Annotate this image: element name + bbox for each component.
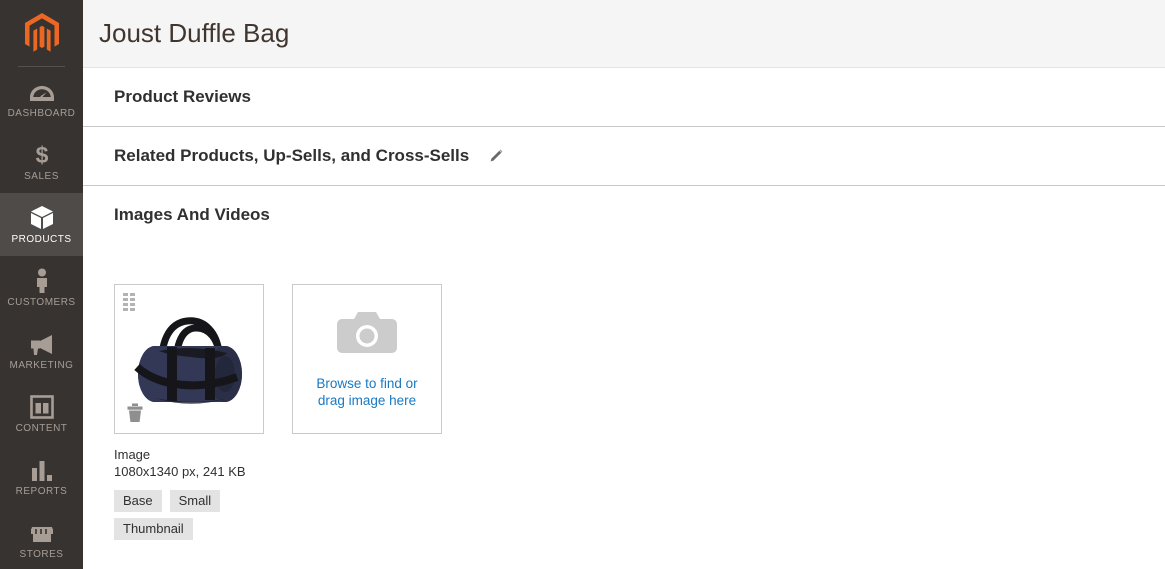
section-images-and-videos: Images And Videos Image 1080x1340 px, 24… — [83, 186, 1165, 540]
product-sections: Product Reviews Related Products, Up-Sel… — [83, 68, 1165, 540]
sidebar-item-products[interactable]: Products — [0, 193, 83, 256]
section-product-reviews: Product Reviews — [83, 68, 1165, 127]
role-badge-base: Base — [114, 490, 162, 512]
person-icon — [27, 267, 57, 293]
sidebar-item-reports[interactable]: Reports — [0, 445, 83, 508]
layout-panel-icon — [27, 393, 57, 419]
sidebar-item-label: Reports — [15, 486, 68, 497]
sidebar-item-content[interactable]: Content — [0, 382, 83, 445]
admin-sidebar: Dashboard $ Sales Products — [0, 0, 83, 569]
image-role-badges: Base Small Thumbnail — [114, 490, 274, 540]
delete-image-button[interactable] — [124, 401, 146, 425]
section-header-product-reviews[interactable]: Product Reviews — [114, 68, 1165, 126]
svg-text:$: $ — [35, 143, 48, 167]
section-title: Images And Videos — [114, 205, 270, 224]
storefront-awning-icon — [27, 519, 57, 545]
admin-page: Dashboard $ Sales Products — [0, 0, 1165, 569]
media-metadata: Image 1080x1340 px, 241 KB Base Small Th… — [114, 446, 292, 540]
main-content: Joust Duffle Bag Product Reviews Related… — [83, 0, 1165, 569]
bar-chart-icon — [27, 456, 57, 482]
sidebar-item-label: Products — [11, 234, 72, 245]
upload-dropzone-text: Browse to find or drag image here — [316, 375, 417, 409]
dashboard-gauge-icon — [27, 78, 57, 104]
sidebar-item-customers[interactable]: Customers — [0, 256, 83, 319]
sidebar-item-label: Marketing — [9, 360, 74, 371]
megaphone-icon — [27, 330, 57, 356]
media-image-tile[interactable] — [114, 284, 264, 434]
sidebar-item-marketing[interactable]: Marketing — [0, 319, 83, 382]
section-title: Product Reviews — [114, 87, 251, 106]
magento-logo-icon — [24, 13, 59, 52]
sidebar-item-label: Dashboard — [7, 108, 76, 119]
edit-related-products-button[interactable] — [485, 145, 507, 167]
camera-icon — [337, 310, 397, 361]
sidebar-item-label: Content — [15, 423, 68, 434]
sidebar-item-label: Customers — [7, 297, 76, 308]
section-related-products: Related Products, Up-Sells, and Cross-Se… — [83, 127, 1165, 186]
section-header-related-products[interactable]: Related Products, Up-Sells, and Cross-Se… — [114, 127, 1165, 185]
role-badge-thumbnail: Thumbnail — [114, 518, 193, 540]
section-header-images-and-videos[interactable]: Images And Videos — [114, 186, 1165, 244]
magento-logo[interactable] — [0, 0, 83, 66]
sidebar-item-sales[interactable]: $ Sales — [0, 130, 83, 193]
sidebar-item-label: Sales — [24, 171, 59, 182]
media-gallery-body: Image 1080x1340 px, 241 KB Base Small Th… — [114, 244, 1165, 540]
role-badge-small: Small — [169, 490, 221, 512]
image-name: Image — [114, 447, 151, 462]
media-gallery: Image 1080x1340 px, 241 KB Base Small Th… — [114, 284, 1165, 540]
pencil-icon — [490, 149, 503, 162]
dollar-sign-icon: $ — [27, 141, 57, 167]
upload-text-line2: drag image here — [317, 392, 417, 408]
section-title: Related Products, Up-Sells, and Cross-Se… — [114, 146, 470, 165]
page-title: Joust Duffle Bag — [99, 18, 290, 48]
box-icon — [27, 204, 57, 230]
image-upload-dropzone[interactable]: Browse to find or drag image here — [292, 284, 442, 434]
image-dimensions: 1080x1340 px, 241 KB — [114, 464, 246, 479]
sidebar-item-stores[interactable]: Stores — [0, 508, 83, 569]
page-header: Joust Duffle Bag — [83, 0, 1165, 68]
sidebar-item-label: Stores — [19, 549, 64, 560]
trash-icon — [127, 403, 143, 422]
sidebar-item-dashboard[interactable]: Dashboard — [0, 67, 83, 130]
upload-text-line1: Browse to find or — [316, 375, 418, 391]
